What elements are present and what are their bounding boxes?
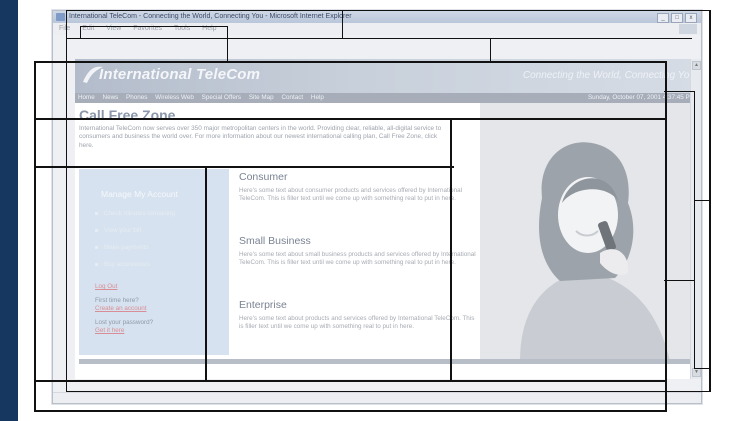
get-it-here-link[interactable]: Get it here: [95, 327, 124, 334]
nav-news[interactable]: News: [103, 94, 119, 101]
close-button[interactable]: x: [685, 13, 697, 23]
section-body-consumer: Here's some text about consumer products…: [239, 187, 462, 202]
maximize-button[interactable]: □: [671, 13, 683, 23]
page-title: Call Free Zone: [79, 107, 176, 123]
bullet-icon: [95, 262, 98, 266]
left-blue-band: [0, 0, 18, 421]
browser-menubar: File Edit View Favorites Tools Help: [53, 23, 701, 35]
window-controls: _ □ x: [657, 13, 697, 23]
sidebar-item-check-minutes[interactable]: Check minutes remaining: [95, 209, 175, 226]
footer-bar: [79, 359, 701, 364]
section-title-consumer[interactable]: Consumer: [239, 171, 287, 183]
bullet-icon: [95, 211, 98, 215]
sidebar-item-view-bill[interactable]: View your bill: [95, 226, 175, 243]
browser-title: International TeleCom - Connecting the W…: [69, 13, 352, 20]
woman-on-phone-photo: [480, 103, 701, 361]
site-tagline: Connecting the World, Connecting You: [522, 70, 695, 81]
menu-edit[interactable]: Edit: [82, 25, 94, 32]
section-title-enterprise[interactable]: Enterprise: [239, 299, 287, 311]
logout-link[interactable]: Log Out: [95, 283, 117, 290]
status-bar: [53, 392, 701, 403]
minimize-button[interactable]: _: [657, 13, 669, 23]
nav-home[interactable]: Home: [78, 94, 95, 101]
site-header: International TeleCom Connecting the Wor…: [75, 59, 701, 93]
bullet-icon: [95, 245, 98, 249]
sidebar-item-label: View your bill: [104, 227, 141, 234]
browser-window: International TeleCom - Connecting the W…: [52, 10, 702, 404]
lost-password-text: Lost your password?: [95, 319, 154, 326]
menu-favorites[interactable]: Favorites: [133, 25, 162, 32]
vertical-scrollbar[interactable]: ▲ ▼: [690, 59, 701, 379]
nav-site-map[interactable]: Site Map: [249, 94, 274, 101]
nav-phones[interactable]: Phones: [126, 94, 147, 101]
account-sidebar: Manage My Account Check minutes remainin…: [79, 169, 229, 355]
woman-on-phone-illustration: [480, 103, 701, 361]
section-body-enterprise: Here's some text about products and serv…: [239, 315, 475, 330]
sidebar-item-buy-accessories[interactable]: Buy accessories: [95, 260, 175, 277]
site-nav: Home News Phones Wireless Web Special Of…: [75, 93, 701, 103]
section-body-small-business: Here's some text about small business pr…: [239, 251, 476, 266]
nav-help[interactable]: Help: [311, 94, 324, 101]
sidebar-title: Manage My Account: [101, 189, 179, 199]
nav-special-offers[interactable]: Special Offers: [202, 94, 241, 101]
sidebar-item-label: Buy accessories: [104, 261, 150, 268]
sidebar-item-label: Check minutes remaining: [104, 210, 176, 217]
menu-tools[interactable]: Tools: [174, 25, 190, 32]
ie-app-icon: [56, 13, 65, 21]
scroll-down-icon[interactable]: ▼: [692, 368, 701, 377]
sidebar-item-label: Make payments: [104, 244, 149, 251]
menu-file[interactable]: File: [59, 25, 70, 32]
bullet-icon: [95, 228, 98, 232]
section-title-small-business[interactable]: Small Business: [239, 235, 311, 247]
windows-logo-icon: [679, 24, 697, 34]
nav-contact[interactable]: Contact: [281, 94, 303, 101]
web-page: International TeleCom Connecting the Wor…: [75, 59, 701, 379]
site-logo[interactable]: International TeleCom: [99, 66, 260, 83]
menu-view[interactable]: View: [106, 25, 121, 32]
sidebar-item-make-payments[interactable]: Make payments: [95, 243, 175, 260]
first-time-text: First time here?: [95, 297, 139, 304]
create-account-link[interactable]: Create an account: [95, 305, 146, 312]
intro-paragraph: International TeleCom now serves over 35…: [79, 125, 442, 149]
nav-date: Sunday, October 07, 2001 4:37:45 PM: [587, 94, 695, 101]
nav-wireless-web[interactable]: Wireless Web: [155, 94, 194, 101]
scroll-up-icon[interactable]: ▲: [692, 61, 701, 70]
browser-titlebar[interactable]: International TeleCom - Connecting the W…: [53, 11, 701, 23]
overlay-right-line: [710, 10, 711, 392]
menu-help[interactable]: Help: [202, 25, 216, 32]
account-links: Check minutes remaining View your bill M…: [95, 209, 175, 277]
